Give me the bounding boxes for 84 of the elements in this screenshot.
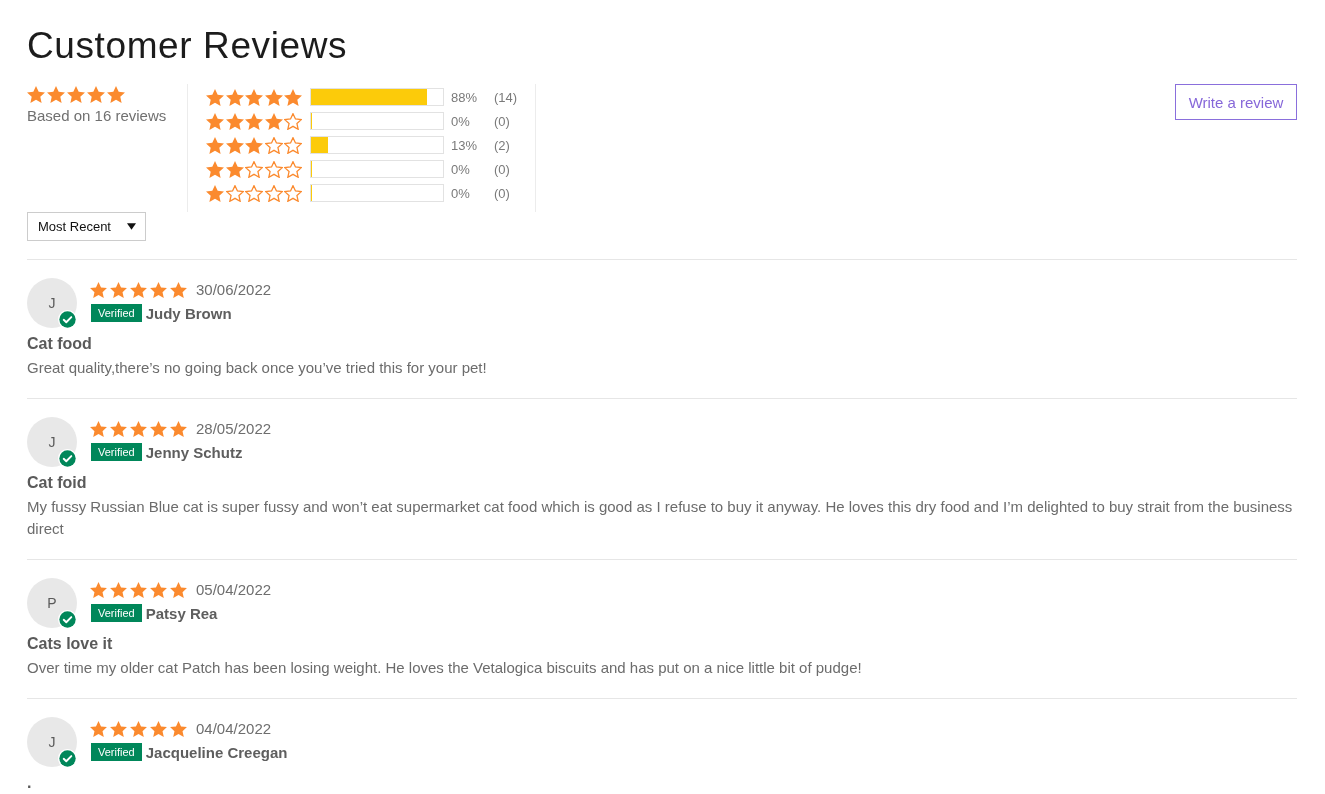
star-icon	[245, 136, 263, 154]
write-review-button[interactable]: Write a review	[1175, 84, 1297, 120]
review-title: Cat food	[27, 334, 92, 354]
review-count-caption: Based on 16 reviews	[27, 106, 167, 126]
reviewer-name: Judy Brown	[145, 304, 232, 322]
star-icon	[225, 88, 244, 106]
review-text: Over time my older cat Patch has been losing weight. He loves the Vetalogica biscuits and has put on a nice little bit of pudge!	[27, 658, 863, 678]
star-icon	[130, 420, 147, 437]
star-icon	[150, 720, 167, 737]
star-icon	[225, 112, 244, 130]
star-icon	[150, 281, 167, 298]
star-icon	[110, 420, 127, 437]
review-date: 30/06/2022	[196, 281, 272, 298]
star-outline-icon	[284, 136, 302, 154]
verified-badge: Verified	[91, 304, 142, 322]
star-icon	[206, 160, 224, 178]
star-icon	[130, 281, 147, 298]
star-outline-icon	[245, 184, 263, 202]
sort-dropdown[interactable]: Most Recent	[27, 212, 146, 241]
rating-count: (0)	[494, 185, 510, 201]
star-icon	[284, 88, 302, 106]
rating-count: (2)	[494, 137, 510, 153]
star-icon	[206, 88, 224, 106]
caret-icon	[127, 223, 136, 230]
star-icon	[245, 88, 263, 106]
reviewer-name: Jenny Schutz	[145, 443, 243, 461]
review-date: 28/05/2022	[196, 420, 272, 437]
star-icon	[225, 160, 244, 178]
rating-percent: 0%	[451, 185, 471, 201]
star-icon	[206, 184, 224, 202]
star-icon	[27, 86, 45, 103]
star-icon	[264, 112, 283, 130]
star-icon	[130, 581, 147, 598]
star-icon	[170, 581, 187, 598]
star-icon	[90, 581, 107, 598]
star-icon	[225, 136, 244, 154]
star-outline-icon	[284, 184, 302, 202]
review-title: Cat foid	[27, 473, 87, 493]
star-outline-icon	[284, 112, 302, 130]
star-icon	[170, 720, 187, 737]
star-outline-icon	[245, 160, 263, 178]
review-date: 04/04/2022	[196, 720, 272, 737]
star-icon	[67, 86, 85, 103]
rating-percent: 0%	[451, 161, 471, 177]
star-icon	[87, 86, 105, 103]
page-title: Customer Reviews	[27, 24, 348, 68]
rating-percent: 13%	[451, 137, 479, 153]
star-icon	[170, 281, 187, 298]
star-outline-icon	[284, 160, 302, 178]
rating-count: (14)	[494, 89, 518, 105]
star-icon	[90, 720, 107, 737]
review-text: My fussy Russian Blue cat is super fussy and won’t eat supermarket cat food which is good as I refuse to buy it anyway. He loves this dry food and I’m delighted to buy strait from the business direct	[27, 497, 1294, 539]
star-outline-icon	[264, 136, 283, 154]
star-icon	[264, 88, 283, 106]
star-icon	[107, 86, 125, 103]
star-icon	[150, 581, 167, 598]
review-title: .	[27, 773, 32, 793]
star-icon	[90, 420, 107, 437]
reviewer-name: Jacqueline Creegan	[145, 743, 288, 761]
rating-count: (0)	[494, 161, 510, 177]
star-outline-icon	[264, 160, 283, 178]
star-icon	[206, 112, 224, 130]
verified-badge: Verified	[91, 743, 142, 761]
star-icon	[150, 420, 167, 437]
star-icon	[110, 581, 127, 598]
review-date: 05/04/2022	[196, 581, 272, 598]
star-icon	[110, 281, 127, 298]
star-icon	[130, 720, 147, 737]
rating-percent: 0%	[451, 113, 471, 129]
star-icon	[110, 720, 127, 737]
reviewer-name: Patsy Rea	[145, 604, 218, 622]
star-icon	[90, 281, 107, 298]
star-icon	[170, 420, 187, 437]
review-title: Cats love it	[27, 634, 113, 654]
verified-badge: Verified	[91, 443, 142, 461]
star-icon	[206, 136, 224, 154]
star-icon	[245, 112, 263, 130]
star-icon	[47, 86, 65, 103]
review-text: Great quality,there’s no going back once you’ve tried this for your pet!	[27, 358, 488, 378]
star-outline-icon	[264, 184, 283, 202]
verified-badge: Verified	[91, 604, 142, 622]
rating-count: (0)	[494, 113, 510, 129]
rating-percent: 88%	[451, 89, 479, 105]
star-outline-icon	[225, 184, 244, 202]
